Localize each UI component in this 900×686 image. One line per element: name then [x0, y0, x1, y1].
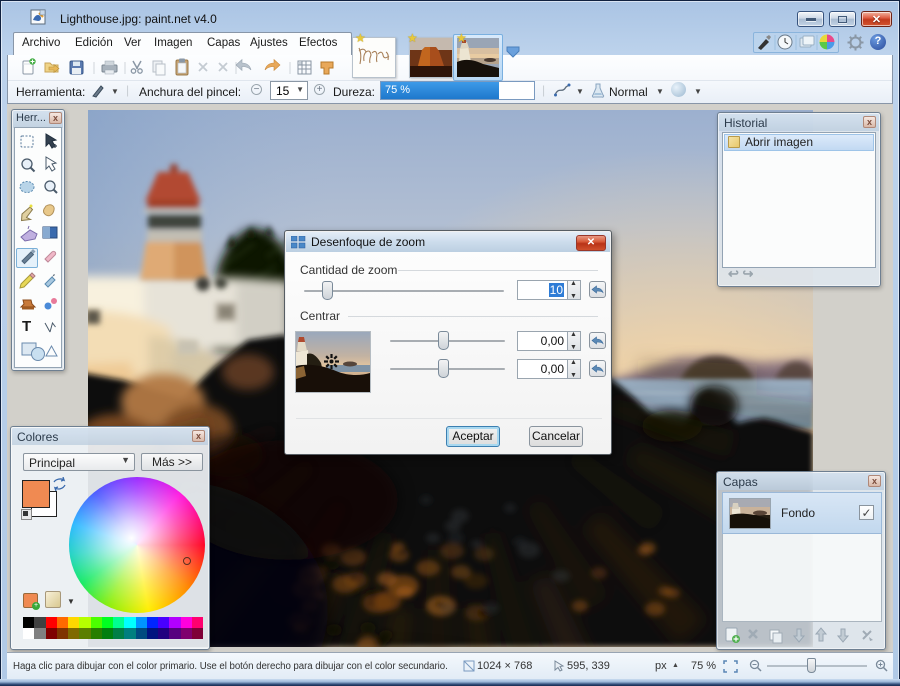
- svg-text:T: T: [22, 318, 31, 335]
